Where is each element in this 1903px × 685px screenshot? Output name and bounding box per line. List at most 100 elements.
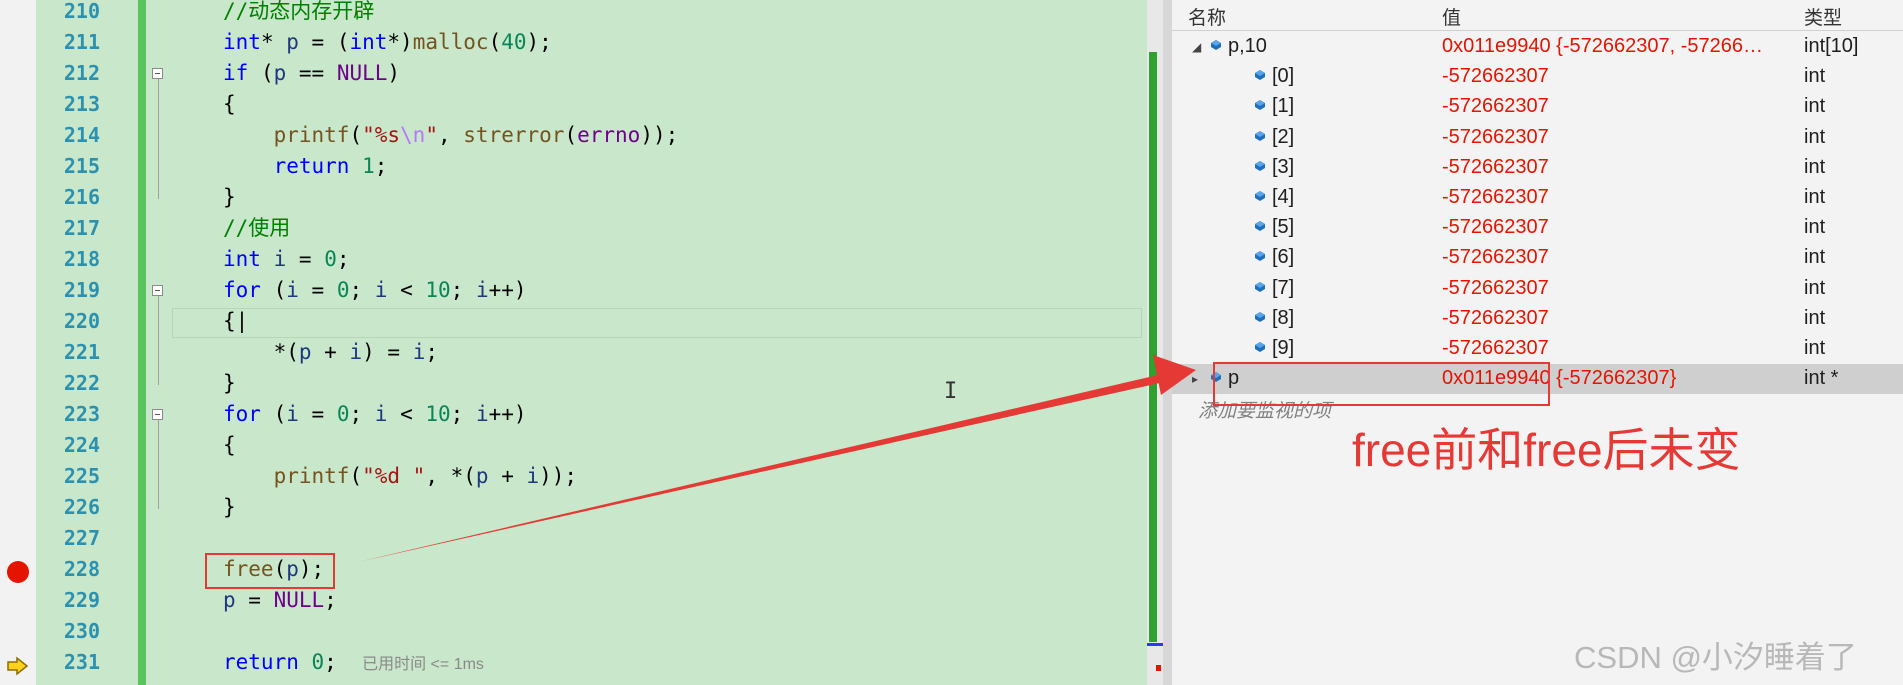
code-token: *(	[223, 340, 299, 364]
code-token: return	[223, 650, 299, 674]
code-line[interactable]: return 0; 已用时间 <= 1ms	[223, 647, 484, 678]
code-token: //动态内存开辟	[223, 0, 375, 23]
code-token: i	[374, 402, 388, 426]
code-token: *)	[387, 30, 413, 54]
elapsed-time-hint: 已用时间 <= 1ms	[362, 656, 484, 673]
line-number: 210	[63, 0, 100, 23]
code-token: =	[298, 278, 337, 302]
code-token: 10	[425, 402, 451, 426]
code-line[interactable]: //使用	[223, 213, 290, 244]
code-line[interactable]: for (i = 0; i < 10; i++)	[223, 399, 527, 430]
code-token: "%d "	[362, 464, 426, 488]
code-token: for	[223, 402, 261, 426]
watch-name: [7]	[1272, 276, 1295, 299]
watch-value[interactable]: -572662307	[1442, 126, 1772, 149]
collapse-toggle-icon[interactable]	[152, 409, 163, 420]
code-token: i	[273, 247, 287, 271]
code-line[interactable]: return 1;	[223, 151, 388, 182]
code-line[interactable]: if (p == NULL)	[223, 58, 400, 89]
code-token: i	[526, 464, 540, 488]
code-line[interactable]: }	[223, 492, 236, 523]
code-token: ;	[450, 278, 476, 302]
code-token: 0	[336, 402, 350, 426]
watch-variable-icon	[1255, 191, 1265, 201]
watch-row[interactable]: [3] -572662307 int	[1172, 153, 1903, 183]
watch-row[interactable]: [6] -572662307 int	[1172, 243, 1903, 273]
code-line[interactable]: p = NULL;	[223, 585, 337, 616]
expand-toggle-icon[interactable]: ◢	[1192, 40, 1201, 54]
code-line[interactable]: int i = 0;	[223, 244, 350, 275]
watch-row[interactable]: [9] -572662307 int	[1172, 334, 1903, 364]
code-token: ));	[539, 464, 578, 488]
text-cursor-icon: I	[944, 379, 958, 404]
watch-row[interactable]: [5] -572662307 int	[1172, 213, 1903, 243]
watch-row[interactable]: [4] -572662307 int	[1172, 183, 1903, 213]
watch-value[interactable]: -572662307	[1442, 95, 1772, 118]
watch-name: [8]	[1272, 306, 1295, 329]
code-token: <	[387, 278, 426, 302]
watch-variable-icon	[1255, 160, 1265, 171]
collapse-toggle-icon[interactable]	[152, 68, 163, 79]
watch-value[interactable]: -572662307	[1442, 277, 1772, 300]
watch-name: [0]	[1272, 65, 1295, 88]
watch-row[interactable]: [7] -572662307 int	[1172, 274, 1903, 304]
scrollbar-caret-marker	[1147, 643, 1163, 646]
watch-variable-icon	[1211, 40, 1221, 50]
watch-row[interactable]: [1] -572662307 int	[1172, 92, 1903, 122]
code-token: p	[475, 464, 489, 488]
code-line[interactable]: for (i = 0; i < 10; i++)	[223, 275, 527, 306]
watch-type: int	[1804, 306, 1826, 329]
watch-value[interactable]: -572662307	[1442, 216, 1772, 239]
watch-value[interactable]: 0x011e9940 {-572662307, -572662307, -572…	[1442, 35, 1772, 58]
code-token: <	[387, 402, 426, 426]
code-line[interactable]: //动态内存开辟	[223, 0, 374, 27]
code-token: i	[349, 340, 363, 364]
code-line[interactable]: printf("%d ", *(p + i));	[223, 461, 578, 492]
watch-row[interactable]: [8] -572662307 int	[1172, 304, 1903, 334]
code-line[interactable]: *(p + i) = i;	[223, 337, 438, 368]
code-line[interactable]: int* p = (int*)malloc(40);	[223, 27, 552, 58]
column-header-name[interactable]: 名称	[1188, 3, 1226, 30]
watch-name: [6]	[1272, 246, 1295, 269]
watch-window[interactable]: 名称 值 类型 ◢ p,10 0x011e9940 {-572662307, -57…	[1172, 0, 1903, 685]
watch-row[interactable]: [2] -572662307 int	[1172, 123, 1903, 153]
line-number: 217	[63, 216, 100, 240]
watch-row[interactable]: [0] -572662307 int	[1172, 62, 1903, 92]
expand-toggle-icon[interactable]: ▸	[1192, 372, 1198, 386]
breakpoint-icon[interactable]	[7, 561, 29, 583]
code-token: (	[349, 123, 363, 147]
watch-header: 名称 值 类型	[1172, 0, 1903, 31]
line-number: 223	[63, 402, 100, 426]
code-line[interactable]: }	[223, 182, 236, 213]
code-line[interactable]: }	[223, 368, 236, 399]
line-number: 226	[63, 495, 100, 519]
line-number: 218	[63, 247, 100, 271]
watch-variable-icon	[1255, 311, 1265, 322]
code-token: }	[223, 371, 236, 395]
code-token: p	[298, 340, 312, 364]
code-token: 0	[311, 650, 325, 674]
scrollbar-breakpoint-marker	[1156, 665, 1161, 671]
code-line[interactable]: {	[223, 89, 236, 120]
collapse-toggle-icon[interactable]	[152, 285, 163, 296]
watch-value[interactable]: -572662307	[1442, 65, 1772, 88]
column-header-value[interactable]: 值	[1442, 3, 1461, 30]
watch-row[interactable]: ◢ p,10 0x011e9940 {-572662307, -572662307,…	[1172, 32, 1903, 62]
code-line[interactable]: printf("%s\n", strerror(errno));	[223, 120, 679, 151]
watch-type: int	[1804, 186, 1826, 208]
panel-splitter[interactable]	[1163, 0, 1172, 685]
line-number-column: 210 211 212 213 214 215 216 217 218 219 220 221 222 2…	[36, 0, 136, 685]
code-editor[interactable]: 210 211 212 213 214 215 216 217 218 219 220 221 222 2…	[0, 0, 1163, 685]
watch-value[interactable]: -572662307	[1442, 186, 1772, 209]
code-line[interactable]: {	[223, 430, 236, 461]
watch-name: [3]	[1272, 155, 1295, 178]
watch-variable-icon	[1255, 281, 1265, 292]
scrollbar-thumb[interactable]	[1149, 52, 1157, 642]
watch-value[interactable]: -572662307	[1442, 337, 1772, 360]
code-token: )	[387, 61, 401, 85]
watch-value[interactable]: -572662307	[1442, 307, 1772, 330]
code-token: printf	[273, 464, 350, 488]
watch-value[interactable]: -572662307	[1442, 246, 1772, 269]
column-header-type[interactable]: 类型	[1804, 3, 1842, 30]
watch-value[interactable]: -572662307	[1442, 156, 1772, 179]
